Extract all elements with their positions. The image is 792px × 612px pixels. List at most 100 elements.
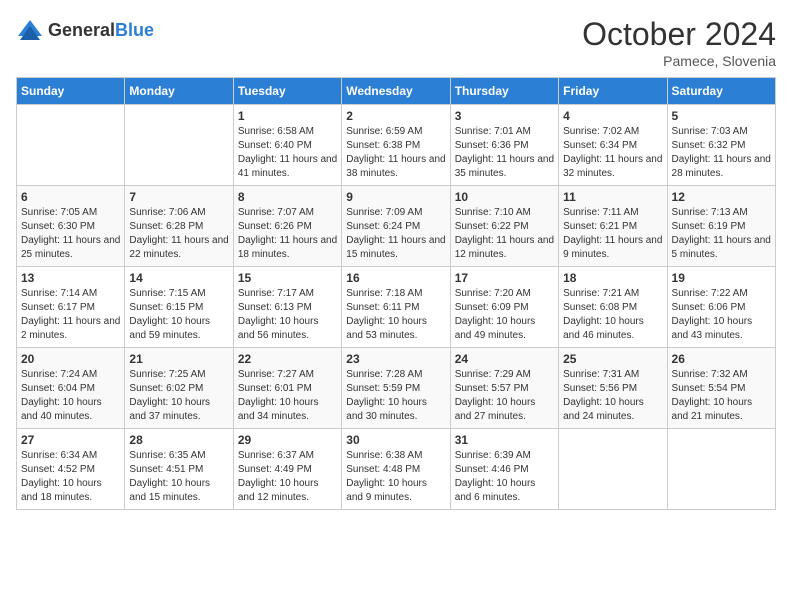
calendar-table: SundayMondayTuesdayWednesdayThursdayFrid… [16, 77, 776, 510]
week-row-5: 27 Sunrise: 6:34 AMSunset: 4:52 PMDaylig… [17, 429, 776, 510]
day-header-friday: Friday [559, 78, 667, 105]
day-info: Sunrise: 6:58 AMSunset: 6:40 PMDaylight:… [238, 125, 337, 181]
day-info: Sunrise: 6:59 AMSunset: 6:38 PMDaylight:… [346, 125, 445, 181]
day-header-sunday: Sunday [17, 78, 125, 105]
calendar-cell: 28 Sunrise: 6:35 AMSunset: 4:51 PMDaylig… [125, 429, 233, 510]
day-number: 21 [129, 352, 228, 366]
day-number: 8 [238, 190, 337, 204]
day-number: 30 [346, 433, 445, 447]
day-info: Sunrise: 7:15 AMSunset: 6:15 PMDaylight:… [129, 287, 228, 343]
calendar-cell: 26 Sunrise: 7:32 AMSunset: 5:54 PMDaylig… [667, 348, 775, 429]
day-header-thursday: Thursday [450, 78, 558, 105]
logo: GeneralBlue [16, 16, 154, 44]
day-number: 11 [563, 190, 662, 204]
logo-text: GeneralBlue [48, 20, 154, 41]
calendar-cell: 23 Sunrise: 7:28 AMSunset: 5:59 PMDaylig… [342, 348, 450, 429]
calendar-cell: 22 Sunrise: 7:27 AMSunset: 6:01 PMDaylig… [233, 348, 341, 429]
calendar-cell: 5 Sunrise: 7:03 AMSunset: 6:32 PMDayligh… [667, 105, 775, 186]
calendar-cell: 13 Sunrise: 7:14 AMSunset: 6:17 PMDaylig… [17, 267, 125, 348]
day-info: Sunrise: 7:24 AMSunset: 6:04 PMDaylight:… [21, 368, 120, 424]
calendar-cell: 25 Sunrise: 7:31 AMSunset: 5:56 PMDaylig… [559, 348, 667, 429]
day-number: 16 [346, 271, 445, 285]
day-info: Sunrise: 7:22 AMSunset: 6:06 PMDaylight:… [672, 287, 771, 343]
day-number: 27 [21, 433, 120, 447]
day-info: Sunrise: 7:13 AMSunset: 6:19 PMDaylight:… [672, 206, 771, 262]
day-number: 5 [672, 109, 771, 123]
logo-icon [16, 16, 44, 44]
day-info: Sunrise: 6:37 AMSunset: 4:49 PMDaylight:… [238, 449, 337, 505]
day-number: 15 [238, 271, 337, 285]
calendar-cell: 6 Sunrise: 7:05 AMSunset: 6:30 PMDayligh… [17, 186, 125, 267]
day-number: 18 [563, 271, 662, 285]
title-block: October 2024 Pamece, Slovenia [582, 16, 776, 69]
calendar-cell: 21 Sunrise: 7:25 AMSunset: 6:02 PMDaylig… [125, 348, 233, 429]
calendar-cell: 14 Sunrise: 7:15 AMSunset: 6:15 PMDaylig… [125, 267, 233, 348]
day-number: 25 [563, 352, 662, 366]
calendar-cell: 20 Sunrise: 7:24 AMSunset: 6:04 PMDaylig… [17, 348, 125, 429]
calendar-cell: 7 Sunrise: 7:06 AMSunset: 6:28 PMDayligh… [125, 186, 233, 267]
day-info: Sunrise: 7:09 AMSunset: 6:24 PMDaylight:… [346, 206, 445, 262]
day-info: Sunrise: 7:20 AMSunset: 6:09 PMDaylight:… [455, 287, 554, 343]
day-info: Sunrise: 7:21 AMSunset: 6:08 PMDaylight:… [563, 287, 662, 343]
calendar-cell: 1 Sunrise: 6:58 AMSunset: 6:40 PMDayligh… [233, 105, 341, 186]
page-header: GeneralBlue October 2024 Pamece, Sloveni… [16, 16, 776, 69]
day-number: 13 [21, 271, 120, 285]
day-number: 17 [455, 271, 554, 285]
day-info: Sunrise: 7:29 AMSunset: 5:57 PMDaylight:… [455, 368, 554, 424]
day-info: Sunrise: 6:35 AMSunset: 4:51 PMDaylight:… [129, 449, 228, 505]
day-number: 23 [346, 352, 445, 366]
day-number: 24 [455, 352, 554, 366]
day-number: 10 [455, 190, 554, 204]
day-number: 4 [563, 109, 662, 123]
day-header-tuesday: Tuesday [233, 78, 341, 105]
day-info: Sunrise: 7:25 AMSunset: 6:02 PMDaylight:… [129, 368, 228, 424]
day-info: Sunrise: 6:39 AMSunset: 4:46 PMDaylight:… [455, 449, 554, 505]
day-header-monday: Monday [125, 78, 233, 105]
week-row-2: 6 Sunrise: 7:05 AMSunset: 6:30 PMDayligh… [17, 186, 776, 267]
day-info: Sunrise: 7:01 AMSunset: 6:36 PMDaylight:… [455, 125, 554, 181]
day-number: 29 [238, 433, 337, 447]
day-info: Sunrise: 7:05 AMSunset: 6:30 PMDaylight:… [21, 206, 120, 262]
logo-blue: Blue [115, 20, 154, 40]
week-row-1: 1 Sunrise: 6:58 AMSunset: 6:40 PMDayligh… [17, 105, 776, 186]
day-header-wednesday: Wednesday [342, 78, 450, 105]
calendar-cell: 31 Sunrise: 6:39 AMSunset: 4:46 PMDaylig… [450, 429, 558, 510]
day-header-saturday: Saturday [667, 78, 775, 105]
day-info: Sunrise: 7:02 AMSunset: 6:34 PMDaylight:… [563, 125, 662, 181]
day-number: 3 [455, 109, 554, 123]
calendar-cell [559, 429, 667, 510]
calendar-cell: 24 Sunrise: 7:29 AMSunset: 5:57 PMDaylig… [450, 348, 558, 429]
day-number: 12 [672, 190, 771, 204]
day-number: 14 [129, 271, 228, 285]
day-info: Sunrise: 7:14 AMSunset: 6:17 PMDaylight:… [21, 287, 120, 343]
calendar-cell: 12 Sunrise: 7:13 AMSunset: 6:19 PMDaylig… [667, 186, 775, 267]
calendar-cell [17, 105, 125, 186]
calendar-cell: 16 Sunrise: 7:18 AMSunset: 6:11 PMDaylig… [342, 267, 450, 348]
day-info: Sunrise: 7:32 AMSunset: 5:54 PMDaylight:… [672, 368, 771, 424]
day-info: Sunrise: 7:27 AMSunset: 6:01 PMDaylight:… [238, 368, 337, 424]
calendar-cell [125, 105, 233, 186]
day-info: Sunrise: 7:06 AMSunset: 6:28 PMDaylight:… [129, 206, 228, 262]
calendar-cell: 9 Sunrise: 7:09 AMSunset: 6:24 PMDayligh… [342, 186, 450, 267]
day-number: 20 [21, 352, 120, 366]
calendar-cell: 18 Sunrise: 7:21 AMSunset: 6:08 PMDaylig… [559, 267, 667, 348]
day-number: 6 [21, 190, 120, 204]
calendar-cell: 17 Sunrise: 7:20 AMSunset: 6:09 PMDaylig… [450, 267, 558, 348]
day-info: Sunrise: 7:31 AMSunset: 5:56 PMDaylight:… [563, 368, 662, 424]
day-number: 19 [672, 271, 771, 285]
day-number: 7 [129, 190, 228, 204]
day-number: 22 [238, 352, 337, 366]
header-row: SundayMondayTuesdayWednesdayThursdayFrid… [17, 78, 776, 105]
day-info: Sunrise: 7:18 AMSunset: 6:11 PMDaylight:… [346, 287, 445, 343]
calendar-cell: 27 Sunrise: 6:34 AMSunset: 4:52 PMDaylig… [17, 429, 125, 510]
day-number: 1 [238, 109, 337, 123]
day-number: 9 [346, 190, 445, 204]
day-info: Sunrise: 7:28 AMSunset: 5:59 PMDaylight:… [346, 368, 445, 424]
day-info: Sunrise: 7:17 AMSunset: 6:13 PMDaylight:… [238, 287, 337, 343]
day-info: Sunrise: 7:11 AMSunset: 6:21 PMDaylight:… [563, 206, 662, 262]
calendar-cell: 8 Sunrise: 7:07 AMSunset: 6:26 PMDayligh… [233, 186, 341, 267]
calendar-cell: 15 Sunrise: 7:17 AMSunset: 6:13 PMDaylig… [233, 267, 341, 348]
day-info: Sunrise: 7:07 AMSunset: 6:26 PMDaylight:… [238, 206, 337, 262]
week-row-3: 13 Sunrise: 7:14 AMSunset: 6:17 PMDaylig… [17, 267, 776, 348]
calendar-cell: 30 Sunrise: 6:38 AMSunset: 4:48 PMDaylig… [342, 429, 450, 510]
